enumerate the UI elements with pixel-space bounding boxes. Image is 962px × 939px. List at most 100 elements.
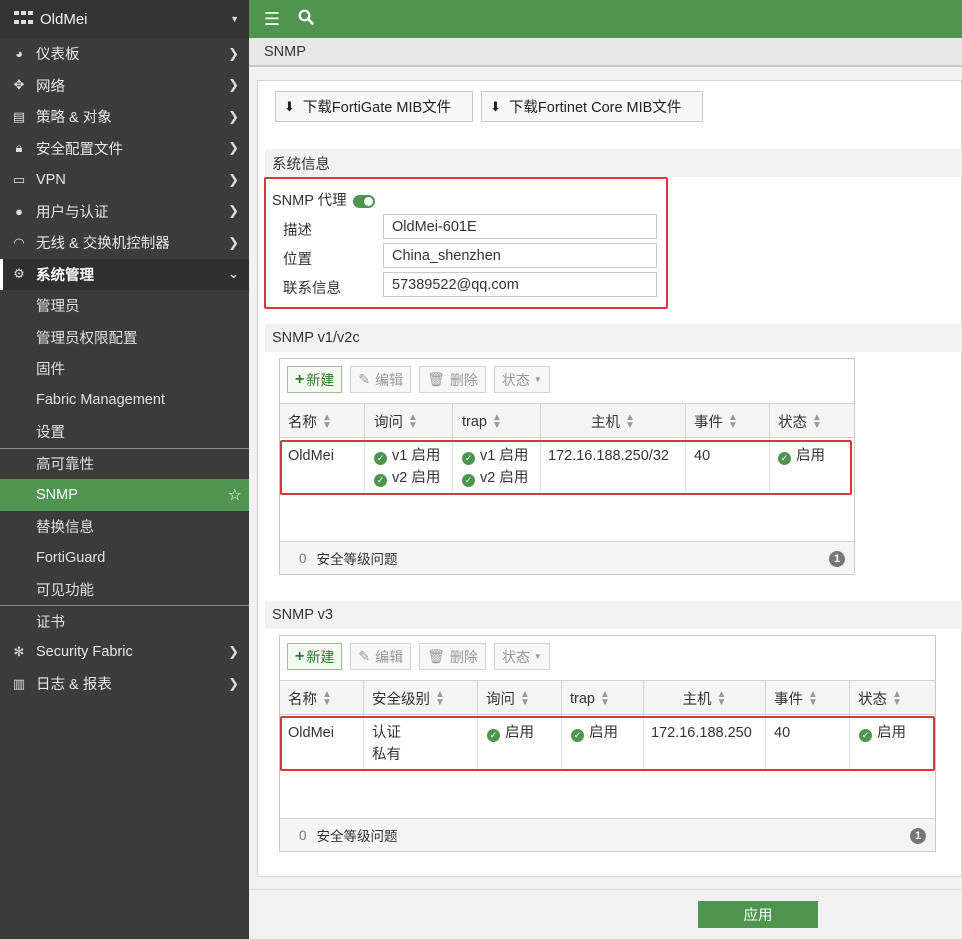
contact-field[interactable]: 57389522@qq.com (383, 272, 657, 297)
column-header-query[interactable]: 询问 ▲ ▼ (478, 681, 562, 716)
sidebar-item-system[interactable]: ⚙ 系统管理 ⌄ (0, 258, 249, 290)
chevron-down-icon: ⌄ (228, 266, 239, 282)
table-header: 名称 ▲ ▼ 询问 ▲ ▼ trap ▲ ▼ 主机 ▲ ▼ 事件 ▲ ▼ 状态 ▲ ▼ (280, 403, 854, 439)
download-icon: ⬇ (284, 98, 295, 114)
edit-button[interactable]: ✎ 编辑 (350, 366, 412, 393)
description-label: 描述 (283, 223, 312, 239)
download-fortinet-core-mib-button[interactable]: ⬇ 下载Fortinet Core MIB文件 (481, 91, 703, 122)
sidebar-sub-fortiguard[interactable]: FortiGuard (0, 542, 249, 574)
sidebar-item-wireless-switch[interactable]: ◠ 无线 & 交换机控制器 ❯ (0, 227, 249, 259)
column-label: 名称 (288, 692, 317, 708)
column-header-name[interactable]: 名称 ▲ ▼ (280, 404, 365, 439)
column-header-security-level[interactable]: 安全级别 ▲ ▼ (364, 681, 478, 716)
sidebar-item-dashboard[interactable]: ◕ 仪表板 ❯ (0, 38, 249, 70)
sidebar-item-security-profiles[interactable]: 🔒︎ 安全配置文件 ❯ (0, 133, 249, 165)
snmp-agent-row: SNMP 代理 (272, 189, 375, 210)
chart-icon: ▥ (12, 675, 26, 691)
table-header: 名称 ▲ ▼ 安全级别 ▲ ▼ 询问 ▲ ▼ trap ▲ ▼ 主机 ▲ ▼ 事件 ▲ ▼ 状态 ▲ ▼ (280, 680, 935, 716)
pencil-icon: ✎ (358, 371, 371, 387)
download-fortigate-mib-button[interactable]: ⬇ 下载FortiGate MIB文件 (275, 91, 473, 122)
sidebar-sub-admin-profiles[interactable]: 管理员权限配置 (0, 321, 249, 353)
sidebar-item-policy[interactable]: ▤ 策略 & 对象 ❯ (0, 101, 249, 133)
column-header-query[interactable]: 询问 ▲ ▼ (365, 404, 453, 439)
sidebar-item-network[interactable]: ✥ 网络 ❯ (0, 70, 249, 102)
delete-button[interactable]: 🗑︎ 删除 (419, 643, 486, 670)
gear-icon: ⚙ (13, 266, 25, 282)
sidebar-sub-firmware[interactable]: 固件 (0, 353, 249, 385)
table-footer: 0 安全等级问题 1 (280, 818, 935, 851)
sidebar-item-vpn[interactable]: ▭ VPN ❯ (0, 164, 249, 196)
column-header-status[interactable]: 状态 ▲ ▼ (770, 404, 854, 439)
sidebar-sub-admins[interactable]: 管理员 (0, 290, 249, 322)
menu-icon[interactable]: ☰ (261, 9, 283, 30)
chevron-right-icon: ❯ (228, 675, 239, 691)
new-button[interactable]: + 新建 (287, 366, 343, 393)
chevron-right-icon: ❯ (228, 644, 239, 660)
sidebar-item-label: 系统管理 (36, 267, 94, 284)
download-icon: ⬇ (490, 98, 501, 114)
chevron-right-icon: ❯ (228, 203, 239, 219)
sidebar-sub-fabric-management[interactable]: Fabric Management (0, 384, 249, 416)
column-label: 状态 (778, 415, 807, 431)
caret-down-icon: ▼ (533, 375, 542, 384)
button-label: 删除 (449, 648, 478, 665)
sidebar-sub-replacement-messages[interactable]: 替换信息 (0, 510, 249, 542)
edit-button[interactable]: ✎ 编辑 (350, 643, 412, 670)
sidebar-sub-snmp[interactable]: SNMP ☆ (0, 479, 249, 511)
column-label: 主机 (682, 692, 712, 708)
sort-icon: ▲ ▼ (808, 688, 818, 708)
sort-icon: ▲ ▼ (728, 411, 738, 431)
column-label: trap (570, 690, 595, 707)
sidebar-item-log-report[interactable]: ▥ 日志 & 报表 ❯ (0, 668, 249, 700)
column-header-host[interactable]: 主机 ▲ ▼ (644, 681, 766, 716)
column-header-events[interactable]: 事件 ▲ ▼ (766, 681, 850, 716)
sort-icon: ▲ ▼ (408, 411, 418, 431)
button-label: 下载Fortinet Core MIB文件 (508, 100, 682, 116)
sort-icon: ▲ ▼ (492, 411, 502, 431)
sidebar-item-user-auth[interactable]: ● 用户与认证 ❯ (0, 196, 249, 228)
status-dropdown[interactable]: 状态 ▼ (493, 366, 550, 393)
button-label: 新建 (306, 648, 335, 665)
description-field[interactable]: OldMei-601E (383, 214, 657, 239)
sort-icon: ▲ ▼ (600, 688, 610, 708)
sidebar-item-label: 日志 & 报表 (36, 677, 112, 694)
star-icon[interactable]: ☆ (228, 485, 242, 505)
sort-icon: ▲ ▼ (520, 688, 530, 708)
status-dropdown[interactable]: 状态 ▼ (493, 643, 550, 670)
sidebar-item-label: Security Fabric (36, 644, 133, 661)
network-icon: ✥ (13, 77, 25, 93)
sidebar-sub-feature-visibility[interactable]: 可见功能 (0, 573, 249, 605)
sidebar-header[interactable]: OldMei ▼ (0, 0, 249, 38)
plus-icon: + (295, 370, 305, 388)
button-label: 状态 (501, 371, 530, 388)
sidebar-sub-certificates[interactable]: 证书 (0, 605, 249, 637)
button-label: 状态 (501, 648, 530, 665)
snmp-panel: ⬇ 下载FortiGate MIB文件 ⬇ 下载Fortinet Core MI… (257, 80, 962, 877)
column-label: 询问 (374, 415, 403, 431)
column-header-events[interactable]: 事件 ▲ ▼ (686, 404, 770, 439)
delete-button[interactable]: 🗑︎ 删除 (419, 366, 486, 393)
snmp-agent-toggle[interactable] (352, 194, 375, 208)
sidebar-sub-settings[interactable]: 设置 (0, 416, 249, 448)
caret-down-icon[interactable]: ▼ (230, 14, 239, 24)
sidebar-item-label: 无线 & 交换机控制器 (36, 236, 170, 253)
sort-icon: ▲ ▼ (892, 688, 902, 708)
location-field[interactable]: China_shenzhen (383, 243, 657, 268)
trash-icon: 🗑︎ (427, 371, 445, 387)
column-header-name[interactable]: 名称 ▲ ▼ (280, 681, 364, 716)
column-header-status[interactable]: 状态 ▲ ▼ (850, 681, 935, 716)
column-header-trap[interactable]: trap ▲ ▼ (562, 681, 644, 716)
count-badge: 1 (910, 828, 926, 844)
sidebar-item-security-fabric[interactable]: ✻ Security Fabric ❯ (0, 637, 249, 669)
apply-button[interactable]: 应用 (698, 901, 818, 928)
column-header-trap[interactable]: trap ▲ ▼ (453, 404, 541, 439)
fabric-icon: ✻ (13, 644, 25, 660)
sidebar-item-label: 用户与认证 (36, 204, 109, 221)
dashboard-icon: ◕ (15, 46, 23, 62)
section-system-info: 系统信息 (265, 149, 962, 177)
sidebar-sub-ha[interactable]: 高可靠性 (0, 447, 249, 479)
search-icon[interactable] (295, 9, 317, 30)
button-label: 新建 (306, 371, 335, 388)
column-header-host[interactable]: 主机 ▲ ▼ (541, 404, 686, 439)
new-button[interactable]: + 新建 (287, 643, 343, 670)
